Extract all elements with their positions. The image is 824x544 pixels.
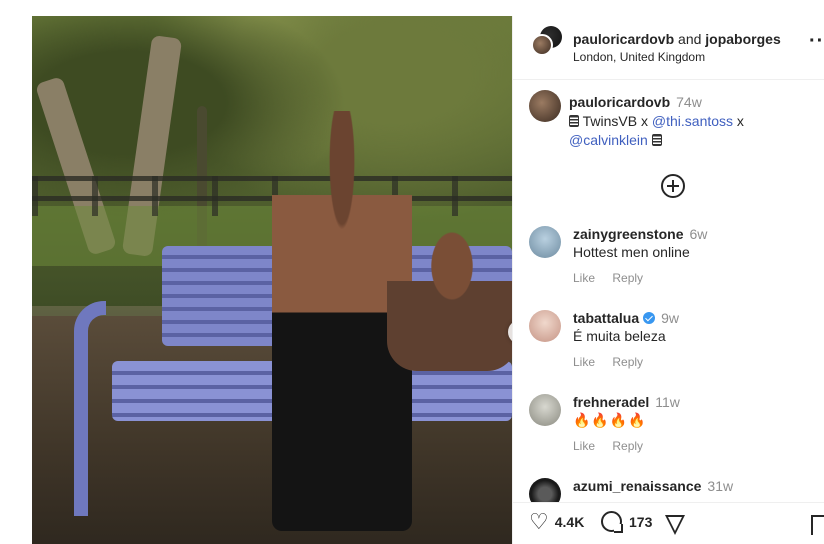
comment-time[interactable]: 11w xyxy=(655,394,680,410)
comment-text: É muita beleza xyxy=(573,328,666,344)
comment-reply-button[interactable]: Reply xyxy=(612,439,643,453)
bookmark-icon[interactable] xyxy=(811,515,824,535)
author-link-1[interactable]: pauloricardovb xyxy=(573,31,674,47)
comment-like-button[interactable]: Like xyxy=(573,271,595,285)
caption-text-b: x xyxy=(736,113,744,129)
barcode-emoji-icon xyxy=(569,115,579,127)
caption-text: pauloricardovb 74w TwinsVB x @thi.santoss… xyxy=(569,93,809,150)
barcode-emoji-icon xyxy=(651,134,662,146)
mention-calvinklein[interactable]: @calvinklein xyxy=(569,132,648,148)
like-action[interactable]: ♡ 4.4K xyxy=(529,511,584,533)
caption-time[interactable]: 74w xyxy=(676,94,702,110)
comment-header: azumi_renaissance 31w xyxy=(573,478,733,494)
verified-badge-icon xyxy=(643,312,656,324)
comment-header: frehneradel 11w xyxy=(573,394,680,410)
comment-reply-button[interactable]: Reply xyxy=(612,271,643,285)
comment-actions: Like Reply xyxy=(573,439,657,453)
post-authors: pauloricardovb and jopaborges xyxy=(573,31,781,47)
comment-time[interactable]: 31w xyxy=(707,478,733,494)
heart-icon[interactable]: ♡ xyxy=(529,511,549,533)
post-image[interactable]: › xyxy=(32,16,512,544)
mention-thi-santoss[interactable]: @thi.santoss xyxy=(652,113,733,129)
load-more-comments-plus-icon[interactable] xyxy=(661,174,685,198)
comment-username[interactable]: tabattalua xyxy=(573,310,639,326)
comment-avatar[interactable] xyxy=(529,226,561,258)
comment-action[interactable]: 173 xyxy=(601,511,652,533)
author-conjunction: and xyxy=(678,31,702,47)
image-person-reclining xyxy=(387,221,512,371)
comment-header: tabattalua 9w xyxy=(573,310,679,326)
comment-username[interactable]: zainygreenstone xyxy=(573,226,683,242)
page-left-margin xyxy=(0,0,32,544)
comment-actions: Like Reply xyxy=(573,271,657,285)
share-action[interactable] xyxy=(665,515,685,535)
image-bench-arm xyxy=(74,301,106,516)
post-side-panel: pauloricardovb and jopaborges London, Un… xyxy=(512,16,824,544)
post-header: pauloricardovb and jopaborges London, Un… xyxy=(513,16,824,80)
save-action[interactable] xyxy=(811,515,824,535)
avatar-pauloricardovb[interactable] xyxy=(531,34,553,56)
caption-username[interactable]: pauloricardovb xyxy=(569,94,670,110)
comment-reply-button[interactable]: Reply xyxy=(612,355,643,369)
comment-avatar[interactable] xyxy=(529,394,561,426)
comment-like-button[interactable]: Like xyxy=(573,355,595,369)
comment-header: zainygreenstone 6w xyxy=(573,226,707,242)
comment-text: 🔥🔥🔥🔥 xyxy=(573,412,647,428)
comment-username[interactable]: azumi_renaissance xyxy=(573,478,701,494)
post-location[interactable]: London, United Kingdom xyxy=(573,50,705,64)
comment-avatar[interactable] xyxy=(529,310,561,342)
caption-text-a: TwinsVB x xyxy=(582,113,648,129)
comment-text: Hottest men online xyxy=(573,244,690,260)
comment-time[interactable]: 6w xyxy=(689,226,707,242)
share-icon[interactable] xyxy=(665,515,685,535)
comment-count[interactable]: 173 xyxy=(629,514,652,530)
post-action-bar: ♡ 4.4K 173 xyxy=(513,502,824,544)
caption-avatar[interactable] xyxy=(529,90,561,122)
author-link-2[interactable]: jopaborges xyxy=(705,31,780,47)
comment-time[interactable]: 9w xyxy=(661,310,679,326)
comment-like-button[interactable]: Like xyxy=(573,439,595,453)
like-count[interactable]: 4.4K xyxy=(555,514,585,530)
comment-icon[interactable] xyxy=(601,511,623,533)
more-options-icon[interactable]: ··· xyxy=(809,30,824,53)
comment-username[interactable]: frehneradel xyxy=(573,394,649,410)
comment-actions: Like Reply xyxy=(573,355,657,369)
